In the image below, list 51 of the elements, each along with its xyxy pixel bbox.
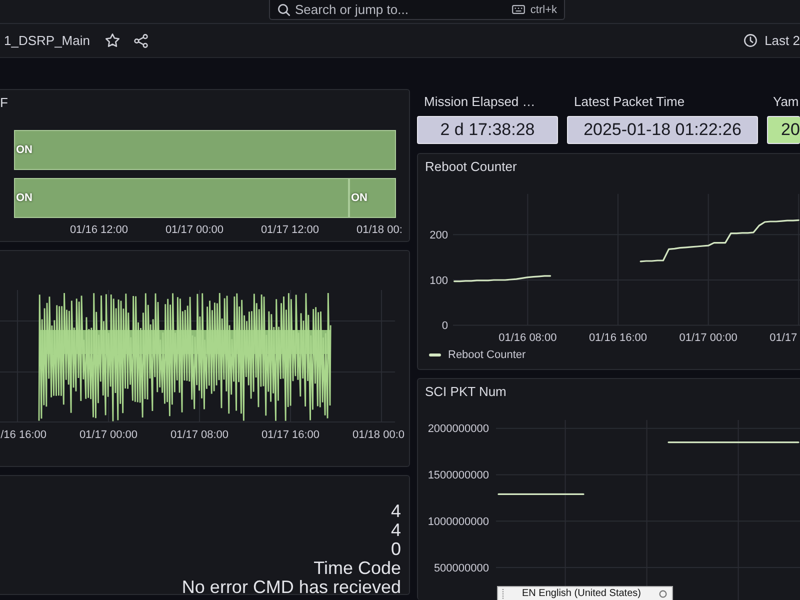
y-axis-label: 2000000000 (428, 423, 489, 436)
x-axis-label: 01/17 (770, 332, 798, 344)
clock-icon (744, 34, 757, 47)
state-segment: ON (349, 178, 396, 218)
panel-title: Reboot Counter (424, 159, 518, 175)
status-text: Time Code (312, 559, 401, 578)
stat-value: 2025-01-18 01:22:26 (567, 116, 758, 144)
time-axis-label: 01/18 00:0 (352, 429, 404, 441)
time-range-picker[interactable]: Last 2 (744, 33, 800, 48)
stat-value: 20 (767, 116, 800, 144)
state-segment: ON (14, 130, 396, 170)
stat-title: Latest Packet Time (573, 94, 686, 110)
y-axis-label: 1500000000 (428, 470, 489, 482)
y-axis-label: 100 (430, 274, 448, 287)
panel-title: SCI PKT Num (424, 384, 508, 400)
status-text: 4 (390, 521, 401, 540)
search-bar[interactable]: Search or jump to... ctrl+k (269, 0, 565, 20)
panel-title: F (0, 95, 9, 111)
search-field[interactable]: Search or jump to... (295, 2, 508, 18)
stat-title: Yam (772, 94, 800, 110)
x-axis-label: 01/16 16:00 (588, 332, 648, 344)
time-axis-label: 01/17 16:00 (261, 429, 320, 441)
x-axis-label: 01/17 00:00 (679, 332, 738, 344)
legend-label[interactable]: Reboot Counter (448, 349, 526, 361)
y-axis-label: 1000000000 (428, 516, 489, 528)
search-icon (278, 4, 290, 16)
ring-icon (659, 590, 667, 598)
status-text: No error CMD has recieved (180, 578, 401, 594)
y-axis-label: 500000000 (434, 562, 489, 574)
time-axis-label: 01/18 00: (356, 224, 402, 236)
language-label[interactable]: EN English (United States) (508, 588, 655, 600)
x-axis-label: 01/16 08:00 (498, 332, 557, 344)
y-axis-label: 0 (442, 320, 448, 332)
stat-title: Mission Elapsed … (423, 94, 536, 110)
star-icon[interactable] (105, 33, 120, 48)
state-segment: ON (14, 178, 349, 218)
keyboard-icon (512, 5, 526, 14)
status-text: 0 (390, 540, 401, 559)
line-swatch-icon (429, 353, 441, 357)
status-text: 4 (390, 502, 401, 521)
time-axis-label: /16 16:00 (0, 429, 46, 441)
stat-value: 2 d 17:38:28 (417, 116, 558, 144)
dashboard-title: 1_DSRP_Main (4, 33, 90, 48)
shortcut-hint: ctrl+k (530, 4, 557, 16)
time-axis-label: 01/17 12:00 (260, 224, 320, 236)
y-axis-label: 200 (430, 230, 448, 242)
time-axis-label: 01/16 12:00 (70, 224, 128, 236)
share-icon[interactable] (134, 34, 148, 48)
time-axis-label: 01/17 08:00 (170, 429, 229, 441)
time-axis-label: 01/17 00:00 (165, 224, 224, 236)
time-axis-label: 01/17 00:00 (79, 429, 138, 441)
